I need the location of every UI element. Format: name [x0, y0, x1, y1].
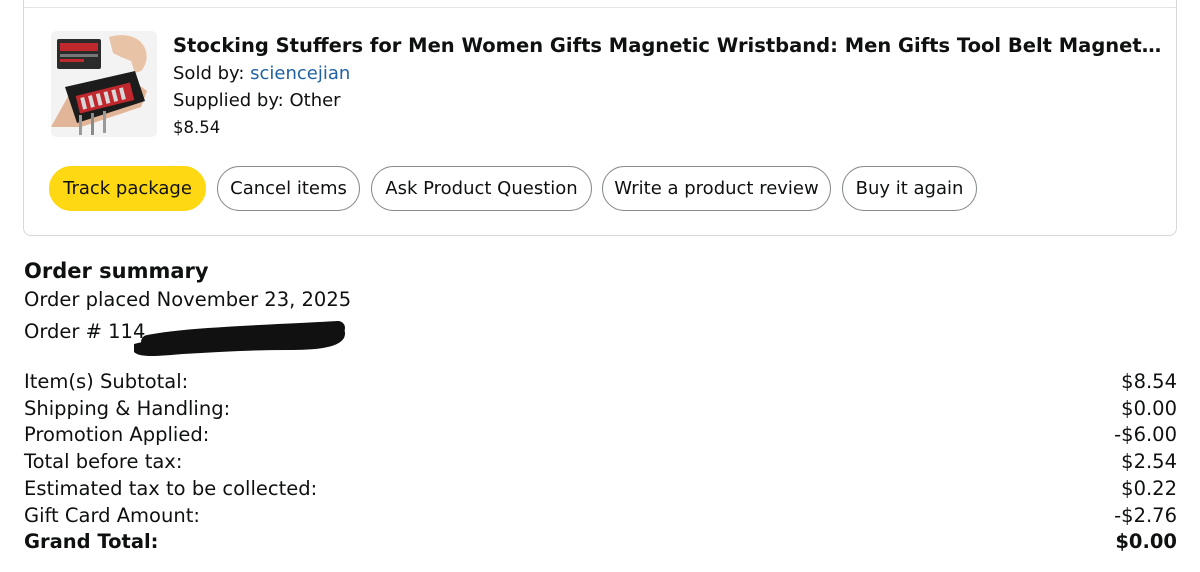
sold-by: Sold by: sciencejian	[173, 62, 350, 86]
order-totals: Item(s) Subtotal: $8.54 Shipping & Handl…	[24, 369, 1177, 556]
totals-row: Estimated tax to be collected: $0.22	[24, 476, 1177, 503]
grand-total-label: Grand Total:	[24, 530, 159, 554]
ask-product-question-button[interactable]: Ask Product Question	[371, 166, 592, 211]
totals-value: -$2.76	[1114, 503, 1177, 527]
seller-link[interactable]: sciencejian	[250, 63, 350, 84]
redaction-scribble	[134, 321, 346, 356]
totals-row: Promotion Applied: -$6.00	[24, 422, 1177, 449]
totals-value: $0.22	[1121, 476, 1177, 500]
product-thumbnail[interactable]	[51, 31, 157, 137]
cancel-items-button[interactable]: Cancel items	[217, 166, 360, 211]
totals-row: Shipping & Handling: $0.00	[24, 396, 1177, 423]
totals-row: Gift Card Amount: -$2.76	[24, 503, 1177, 530]
order-summary-heading: Order summary	[24, 259, 209, 283]
totals-row: Total before tax: $2.54	[24, 449, 1177, 476]
write-product-review-button[interactable]: Write a product review	[602, 166, 831, 211]
track-package-button[interactable]: Track package	[49, 166, 206, 211]
totals-row: Item(s) Subtotal: $8.54	[24, 369, 1177, 396]
totals-value: $0.00	[1121, 396, 1177, 420]
totals-value: $8.54	[1121, 370, 1177, 393]
buy-it-again-button[interactable]: Buy it again	[842, 166, 977, 211]
divider	[24, 7, 1176, 8]
order-placed-date: Order placed November 23, 2025	[24, 288, 352, 311]
totals-label: Shipping & Handling:	[24, 396, 231, 420]
totals-label: Promotion Applied:	[24, 423, 210, 447]
sold-by-label: Sold by:	[173, 63, 251, 84]
totals-value: $2.54	[1121, 450, 1177, 474]
product-title-link[interactable]: Stocking Stuffers for Men Women Gifts Ma…	[173, 33, 1163, 59]
grand-total-value: $0.00	[1115, 530, 1177, 554]
order-item-card: Stocking Stuffers for Men Women Gifts Ma…	[23, 0, 1177, 236]
totals-label: Gift Card Amount:	[24, 503, 200, 527]
item-price: $8.54	[173, 118, 221, 137]
grand-total-row: Grand Total: $0.00	[24, 529, 1177, 556]
totals-label: Item(s) Subtotal:	[24, 370, 189, 393]
totals-label: Total before tax:	[24, 450, 183, 474]
supplied-by: Supplied by: Other	[173, 90, 341, 111]
totals-label: Estimated tax to be collected:	[24, 476, 318, 500]
totals-value: -$6.00	[1114, 423, 1177, 447]
